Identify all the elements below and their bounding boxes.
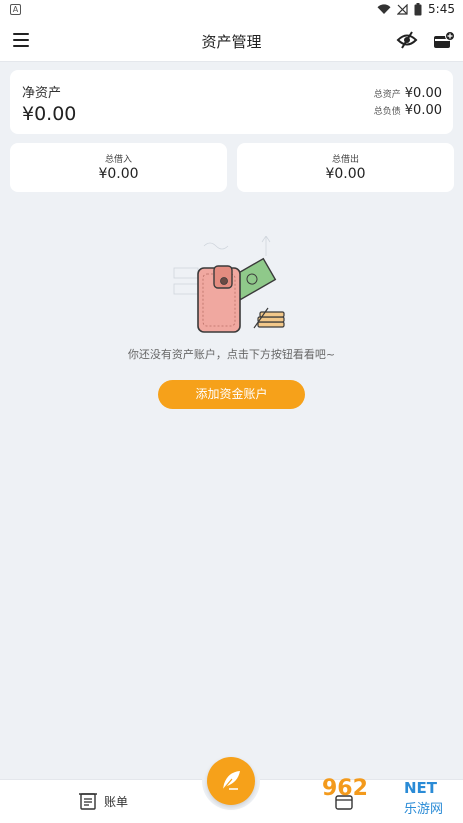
empty-state-message: 你还没有资产账户，点击下方按钮看看吧~ [127,348,336,361]
borrow-out-label: 总借出 [331,155,359,165]
status-bar: A 5:45 [0,0,463,20]
net-assets-label: 净资产 [22,86,62,101]
borrow-in-value: ¥0.00 [98,166,139,182]
status-time: 5:45 [428,2,455,16]
eye-off-icon[interactable] [396,30,418,50]
total-assets-label: 总资产 [373,90,401,100]
total-assets-row: 总资产 ¥0.00 [374,86,442,101]
status-icons: 5:45 [377,2,455,16]
empty-wallet-illustration [173,236,285,333]
total-assets-value: ¥0.00 [404,86,442,101]
borrow-in-card[interactable]: 总借入 ¥0.00 [10,143,227,192]
page-title: 资产管理 [201,33,262,51]
borrow-out-value: ¥0.00 [325,166,366,182]
bills-icon [79,793,97,810]
watermark: 962 NET 乐游网 [322,776,460,820]
total-liabilities-row: 总负债 ¥0.00 [374,103,442,118]
battery-icon [414,2,422,15]
total-liabilities-value: ¥0.00 [404,103,442,118]
tab-bills-label: 账单 [104,794,129,809]
a-icon: A [10,4,21,15]
watermark-number: 962 [322,776,368,801]
tab-bills[interactable]: 账单 [78,792,128,810]
wifi-icon [377,3,391,14]
add-account-button[interactable]: 添加资金账户 [158,380,305,409]
borrow-out-card[interactable]: 总借出 ¥0.00 [237,143,454,192]
wallet-add-icon[interactable] [433,31,455,49]
no-signal-icon [397,3,408,15]
quill-icon [220,771,240,793]
total-liabilities-label: 总负债 [373,107,401,117]
borrow-in-label: 总借入 [104,155,132,165]
net-assets-card: 净资产 ¥0.00 总资产 ¥0.00 总负债 ¥0.00 [10,70,453,134]
watermark-domain: NET [404,779,438,797]
record-fab-button[interactable] [207,757,255,805]
net-assets-value: ¥0.00 [22,103,77,125]
app-bar: 资产管理 [0,20,463,62]
watermark-site: 乐游网 [404,802,444,817]
